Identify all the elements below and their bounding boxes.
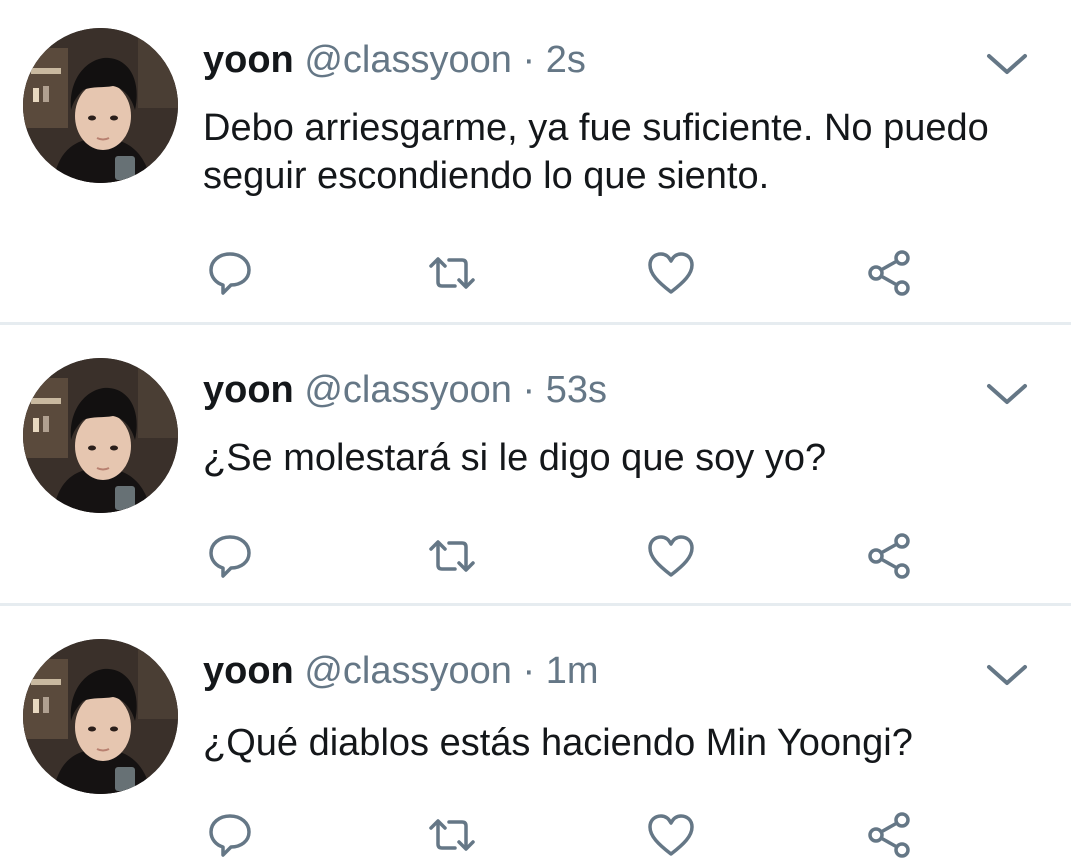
tweet-header: yoon @classyoon · 1m	[203, 649, 598, 693]
tweet[interactable]: yoon @classyoon · 1m ¿Qué diablos estás …	[0, 606, 1071, 867]
retweet-icon[interactable]	[427, 248, 477, 298]
display-name[interactable]: yoon	[203, 369, 294, 411]
username[interactable]: @classyoon	[304, 39, 512, 81]
timestamp[interactable]: 2s	[546, 39, 586, 81]
chevron-down-icon[interactable]	[985, 48, 1029, 78]
tweet[interactable]: yoon @classyoon · 53s ¿Se molestará si l…	[0, 325, 1071, 604]
tweet-header: yoon @classyoon · 2s	[203, 38, 586, 82]
tweet-text: Debo arriesgarme, ya fue suficiente. No …	[203, 107, 989, 197]
reply-icon[interactable]	[205, 248, 255, 298]
timestamp[interactable]: 53s	[546, 369, 607, 411]
like-icon[interactable]	[646, 531, 696, 581]
tweet-text: ¿Se molestará si le digo que soy yo?	[203, 437, 827, 479]
share-icon[interactable]	[864, 248, 914, 298]
avatar[interactable]	[23, 358, 178, 513]
tweet-header: yoon @classyoon · 53s	[203, 368, 607, 412]
avatar[interactable]	[23, 639, 178, 794]
timestamp[interactable]: 1m	[546, 650, 599, 692]
tweet[interactable]: yoon @classyoon · 2s Debo arriesgarme, y…	[0, 0, 1071, 322]
like-icon[interactable]	[646, 810, 696, 860]
tweet-feed: yoon @classyoon · 2s Debo arriesgarme, y…	[0, 0, 1071, 867]
like-icon[interactable]	[646, 248, 696, 298]
display-name[interactable]: yoon	[203, 39, 294, 81]
separator: ·	[522, 369, 536, 411]
chevron-down-icon[interactable]	[985, 659, 1029, 689]
share-icon[interactable]	[864, 810, 914, 860]
username[interactable]: @classyoon	[304, 369, 512, 411]
separator: ·	[522, 650, 536, 692]
separator: ·	[522, 39, 536, 81]
avatar[interactable]	[23, 28, 178, 183]
retweet-icon[interactable]	[427, 810, 477, 860]
share-icon[interactable]	[864, 531, 914, 581]
retweet-icon[interactable]	[427, 531, 477, 581]
chevron-down-icon[interactable]	[985, 378, 1029, 408]
username[interactable]: @classyoon	[304, 650, 512, 692]
reply-icon[interactable]	[205, 531, 255, 581]
reply-icon[interactable]	[205, 810, 255, 860]
display-name[interactable]: yoon	[203, 650, 294, 692]
tweet-text: ¿Qué diablos estás haciendo Min Yoongi?	[203, 722, 913, 764]
